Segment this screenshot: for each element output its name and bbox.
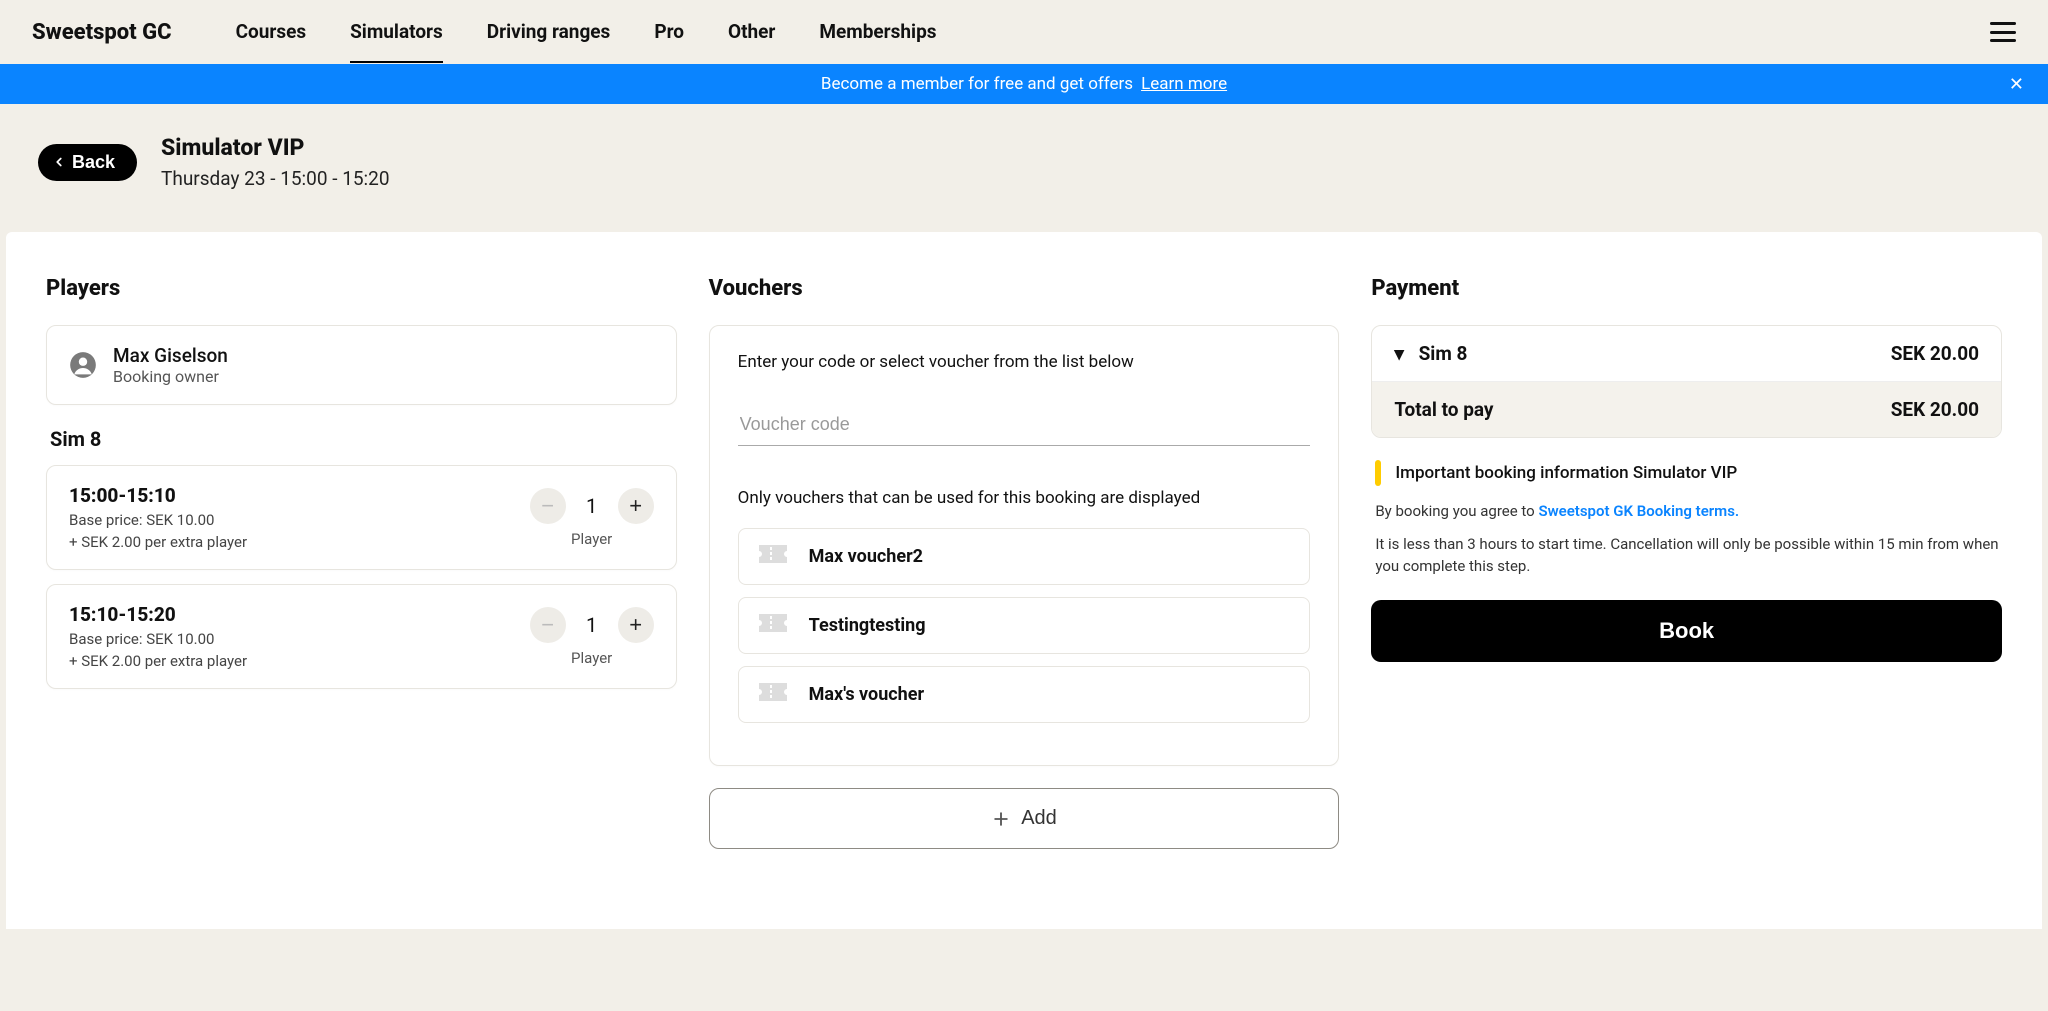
info-accent-bar	[1375, 460, 1381, 486]
payment-line-item[interactable]: ▾ Sim 8 SEK 20.00	[1372, 326, 2001, 381]
vouchers-column: Vouchers Enter your code or select vouch…	[709, 276, 1340, 849]
ticket-icon	[757, 681, 789, 708]
terms-prefix: By booking you agree to	[1375, 502, 1538, 520]
vouchers-card: Enter your code or select voucher from t…	[709, 325, 1340, 766]
player-unit: Player	[571, 649, 612, 667]
page-title: Simulator VIP	[161, 134, 389, 161]
voucher-item[interactable]: Max's voucher	[738, 666, 1311, 723]
hamburger-menu-icon[interactable]	[1990, 22, 2016, 42]
time-slot-card: 15:10-15:20 Base price: SEK 10.00 + SEK 2.…	[46, 584, 677, 689]
plus-icon	[991, 809, 1011, 829]
banner-text: Become a member for free and get offers	[821, 74, 1133, 94]
player-count: 1	[584, 613, 600, 637]
caret-down-icon: ▾	[1394, 342, 1404, 365]
increment-button[interactable]: +	[618, 488, 654, 524]
nav-pro[interactable]: Pro	[654, 2, 684, 63]
back-label: Back	[72, 152, 115, 173]
book-button[interactable]: Book	[1371, 600, 2002, 662]
voucher-code-input[interactable]	[738, 408, 1311, 446]
nav-other[interactable]: Other	[728, 2, 775, 63]
terms-line: By booking you agree to Sweetspot GK Boo…	[1375, 502, 2002, 520]
payment-heading: Payment	[1371, 276, 2002, 301]
player-stepper: −1 + Player	[530, 488, 654, 548]
add-voucher-button[interactable]: Add	[709, 788, 1340, 849]
nav-driving-ranges[interactable]: Driving ranges	[487, 2, 611, 63]
payment-line-amount: SEK 20.00	[1891, 342, 1979, 365]
page-header: Back Simulator VIP Thursday 23 - 15:00 -…	[0, 104, 2048, 232]
voucher-name: Max's voucher	[809, 684, 924, 705]
total-label: Total to pay	[1394, 398, 1493, 421]
slot-time: 15:00-15:10	[69, 484, 247, 507]
voucher-name: Max voucher2	[809, 546, 923, 567]
time-slot-card: 15:00-15:10 Base price: SEK 10.00 + SEK 2.…	[46, 465, 677, 570]
payment-total-row: Total to pay SEK 20.00	[1372, 381, 2001, 437]
top-nav: Sweetspot GC Courses Simulators Driving ra…	[0, 0, 2048, 64]
avatar-icon	[69, 351, 97, 379]
nav-memberships[interactable]: Memberships	[819, 2, 936, 63]
important-info[interactable]: Important booking information Simulator …	[1375, 460, 2002, 486]
ticket-icon	[757, 543, 789, 570]
slot-extra-price: + SEK 2.00 per extra player	[69, 652, 247, 670]
payment-line-label: Sim 8	[1419, 342, 1468, 365]
booking-terms-link[interactable]: Sweetspot GK Booking terms.	[1538, 502, 1739, 520]
main-content: Players Max Giselson Booking owner Sim 8…	[6, 232, 2042, 929]
voucher-item[interactable]: Max voucher2	[738, 528, 1311, 585]
total-amount: SEK 20.00	[1891, 398, 1979, 421]
payment-summary: ▾ Sim 8 SEK 20.00 Total to pay SEK 20.00	[1371, 325, 2002, 438]
banner-learn-more-link[interactable]: Learn more	[1141, 74, 1227, 94]
close-icon[interactable]: ✕	[2009, 74, 2024, 95]
voucher-note: Only vouchers that can be used for this …	[738, 488, 1311, 508]
voucher-name: Testingtesting	[809, 615, 926, 636]
nav-courses[interactable]: Courses	[236, 2, 307, 63]
vouchers-heading: Vouchers	[709, 276, 1340, 301]
voucher-item[interactable]: Testingtesting	[738, 597, 1311, 654]
player-stepper: −1 + Player	[530, 607, 654, 667]
promo-banner: Become a member for free and get offers …	[0, 64, 2048, 104]
back-button[interactable]: Back	[38, 144, 137, 181]
decrement-button[interactable]: −	[530, 607, 566, 643]
owner-name: Max Giselson	[113, 344, 228, 367]
slot-base-price: Base price: SEK 10.00	[69, 630, 247, 648]
increment-button[interactable]: +	[618, 607, 654, 643]
player-count: 1	[584, 494, 600, 518]
payment-column: Payment ▾ Sim 8 SEK 20.00 Total to pay S…	[1371, 276, 2002, 849]
info-text: Important booking information Simulator …	[1395, 463, 1737, 483]
slot-group-heading: Sim 8	[50, 427, 677, 451]
players-heading: Players	[46, 276, 677, 301]
booking-owner-card: Max Giselson Booking owner	[46, 325, 677, 405]
ticket-icon	[757, 612, 789, 639]
nav-simulators[interactable]: Simulators	[350, 2, 443, 63]
player-unit: Player	[571, 530, 612, 548]
voucher-hint: Enter your code or select voucher from t…	[738, 352, 1311, 372]
page-subtitle: Thursday 23 - 15:00 - 15:20	[161, 167, 389, 190]
slot-base-price: Base price: SEK 10.00	[69, 511, 247, 529]
players-column: Players Max Giselson Booking owner Sim 8…	[46, 276, 677, 849]
chevron-left-icon	[52, 155, 66, 169]
slot-extra-price: + SEK 2.00 per extra player	[69, 533, 247, 551]
owner-role: Booking owner	[113, 367, 228, 386]
cancellation-note: It is less than 3 hours to start time. C…	[1375, 534, 2002, 578]
add-label: Add	[1021, 807, 1057, 830]
brand-logo[interactable]: Sweetspot GC	[32, 20, 172, 45]
slot-time: 15:10-15:20	[69, 603, 247, 626]
decrement-button[interactable]: −	[530, 488, 566, 524]
